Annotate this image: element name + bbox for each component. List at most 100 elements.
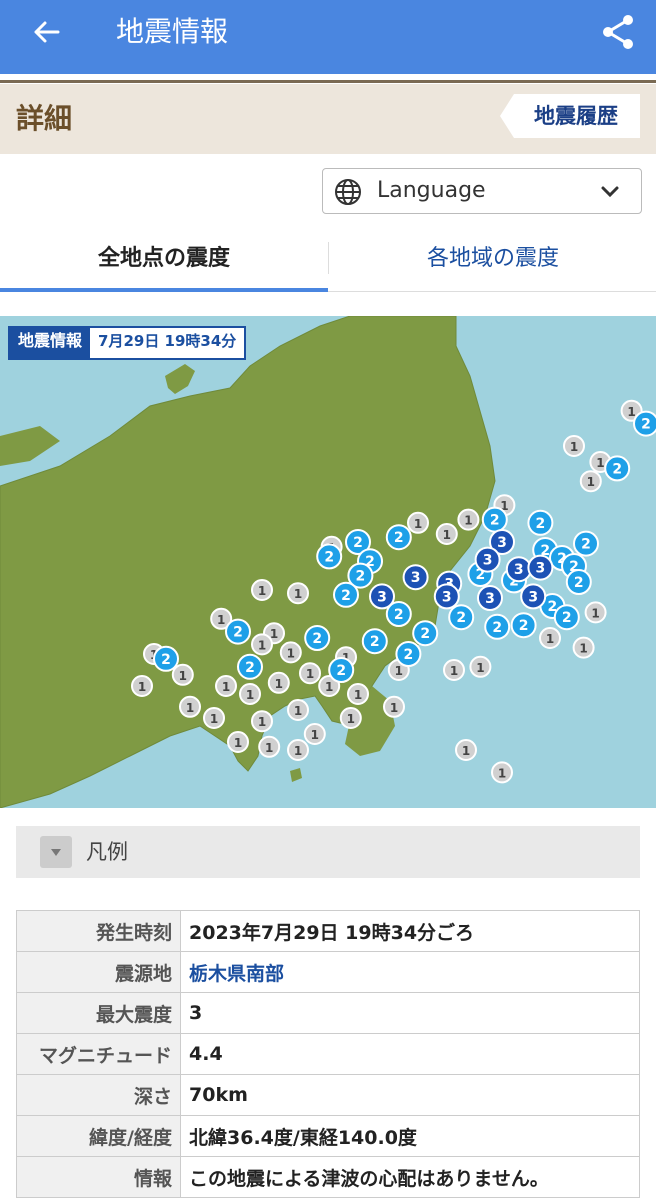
intensity-2-marker: 2 — [304, 625, 331, 651]
history-button-label: 地震履歴 — [534, 104, 618, 128]
intensity-1-marker: 1 — [579, 470, 602, 493]
tab-by-region[interactable]: 各地域の震度 — [330, 236, 656, 288]
tab-active-indicator — [0, 288, 328, 292]
intensity-label: 3 — [411, 570, 421, 586]
intensity-3-marker: 3 — [474, 546, 501, 573]
intensity-2-marker: 2 — [527, 509, 554, 536]
legend-label: 凡例 — [86, 840, 128, 864]
intensity-label: 2 — [394, 530, 404, 546]
intensity-label: 1 — [210, 712, 218, 726]
language-label: Language — [377, 178, 486, 203]
intensity-2-marker: 2 — [385, 524, 412, 551]
intensity-2-marker: 2 — [395, 641, 422, 667]
intensity-1-marker: 1 — [339, 707, 362, 729]
intensity-2-marker: 2 — [237, 653, 263, 680]
intensity-1-marker: 1 — [303, 723, 326, 745]
intensity-label: 2 — [562, 610, 572, 626]
intensity-1-marker: 1 — [179, 695, 201, 718]
intensity-3-marker: 3 — [402, 564, 429, 591]
info-key: 最大震度 — [16, 992, 181, 1034]
intensity-2-marker: 2 — [481, 506, 508, 533]
arrow-left-icon[interactable] — [28, 14, 64, 50]
intensity-label: 1 — [498, 766, 506, 780]
intensity-1-marker: 1 — [455, 739, 477, 761]
tab-bar: 全地点の震度 各地域の震度 — [0, 236, 656, 292]
quake-info-table: 発生時刻 2023年7月29日 19時34分ごろ 震源地 栃木県南部 最大震度 3 マグニチ… — [16, 910, 640, 1198]
intensity-label: 1 — [294, 587, 302, 601]
info-key: マグニチュード — [16, 1033, 181, 1075]
intensity-2-marker: 2 — [328, 657, 355, 683]
land-noto — [0, 426, 60, 466]
info-key: 情報 — [16, 1156, 181, 1198]
intensity-label: 1 — [138, 680, 146, 694]
intensity-label: 1 — [414, 517, 422, 531]
intensity-1-marker: 1 — [443, 659, 465, 681]
intensity-label: 1 — [395, 664, 403, 678]
intensity-label: 1 — [596, 456, 604, 470]
intensity-1-marker: 1 — [215, 675, 237, 697]
language-select[interactable]: Language — [322, 168, 642, 214]
land-sado — [165, 364, 195, 394]
intensity-2-marker: 2 — [412, 620, 439, 647]
intensity-label: 2 — [456, 610, 466, 626]
info-value[interactable]: 栃木県南部 — [180, 951, 640, 993]
info-value: 3 — [180, 992, 640, 1034]
intensity-label: 2 — [581, 537, 591, 553]
intensity-2-marker: 2 — [225, 618, 251, 645]
intensity-label: 2 — [519, 618, 529, 634]
info-row: マグニチュード 4.4 — [16, 1033, 640, 1075]
intensity-3-marker: 3 — [369, 583, 395, 610]
intensity-3-marker: 3 — [433, 583, 460, 610]
intensity-label: 1 — [222, 680, 230, 694]
intensity-1-marker: 1 — [258, 735, 281, 758]
intensity-2-marker: 2 — [510, 612, 537, 639]
info-row: 震源地 栃木県南部 — [16, 951, 640, 993]
history-button[interactable]: 地震履歴 — [500, 94, 640, 138]
intensity-1-marker: 1 — [287, 582, 309, 605]
intensity-2-marker: 2 — [573, 530, 599, 557]
intensity-1-marker: 1 — [407, 511, 429, 534]
intensity-1-marker: 1 — [203, 707, 225, 729]
intensity-label: 2 — [394, 607, 404, 623]
intensity-label: 1 — [294, 744, 302, 758]
intensity-label: 3 — [536, 561, 546, 577]
intensity-label: 1 — [347, 712, 355, 726]
land-mainland — [0, 316, 496, 808]
intensity-1-marker: 1 — [131, 675, 153, 697]
intensity-label: 2 — [245, 660, 255, 676]
intensity-label: 1 — [217, 613, 225, 627]
intensity-label: 2 — [161, 652, 171, 668]
intensity-label: 3 — [485, 591, 495, 607]
intensity-label: 2 — [324, 549, 334, 565]
intensity-label: 2 — [492, 620, 502, 636]
intensity-1-marker: 1 — [287, 739, 309, 761]
intensity-label: 1 — [354, 688, 362, 702]
intensity-1-marker: 1 — [584, 601, 607, 624]
intensity-1-marker: 1 — [251, 633, 273, 656]
land-izu-island — [290, 768, 302, 782]
intensity-2-marker: 2 — [448, 604, 475, 631]
info-row: 発生時刻 2023年7月29日 19時34分ごろ — [16, 910, 640, 952]
intensity-2-marker: 2 — [553, 604, 580, 631]
intensity-label: 1 — [450, 664, 458, 678]
tab-all-points[interactable]: 全地点の震度 — [0, 236, 328, 288]
intensity-label: 2 — [641, 417, 651, 433]
info-key: 発生時刻 — [16, 910, 181, 952]
intensity-1-marker: 1 — [299, 662, 321, 685]
globe-icon — [335, 179, 361, 205]
intensity-label: 1 — [265, 741, 273, 755]
legend-toggle[interactable]: 凡例 — [16, 826, 640, 878]
intensity-label: 1 — [462, 744, 470, 758]
intensity-label: 2 — [574, 575, 584, 591]
intensity-label: 2 — [356, 569, 366, 585]
intensity-label: 1 — [258, 715, 266, 729]
info-value: 4.4 — [180, 1033, 640, 1075]
info-row: 情報 この地震による津波の心配はありません。 — [16, 1156, 640, 1198]
intensity-label: 3 — [483, 553, 493, 569]
intensity-map[interactable]: 1111111111111111111111111111111111111111… — [0, 316, 656, 808]
intensity-label: 2 — [404, 647, 414, 663]
share-icon[interactable] — [598, 12, 638, 52]
info-key: 深さ — [16, 1074, 181, 1116]
intensity-label: 1 — [258, 638, 266, 652]
intensity-label: 1 — [275, 677, 283, 691]
